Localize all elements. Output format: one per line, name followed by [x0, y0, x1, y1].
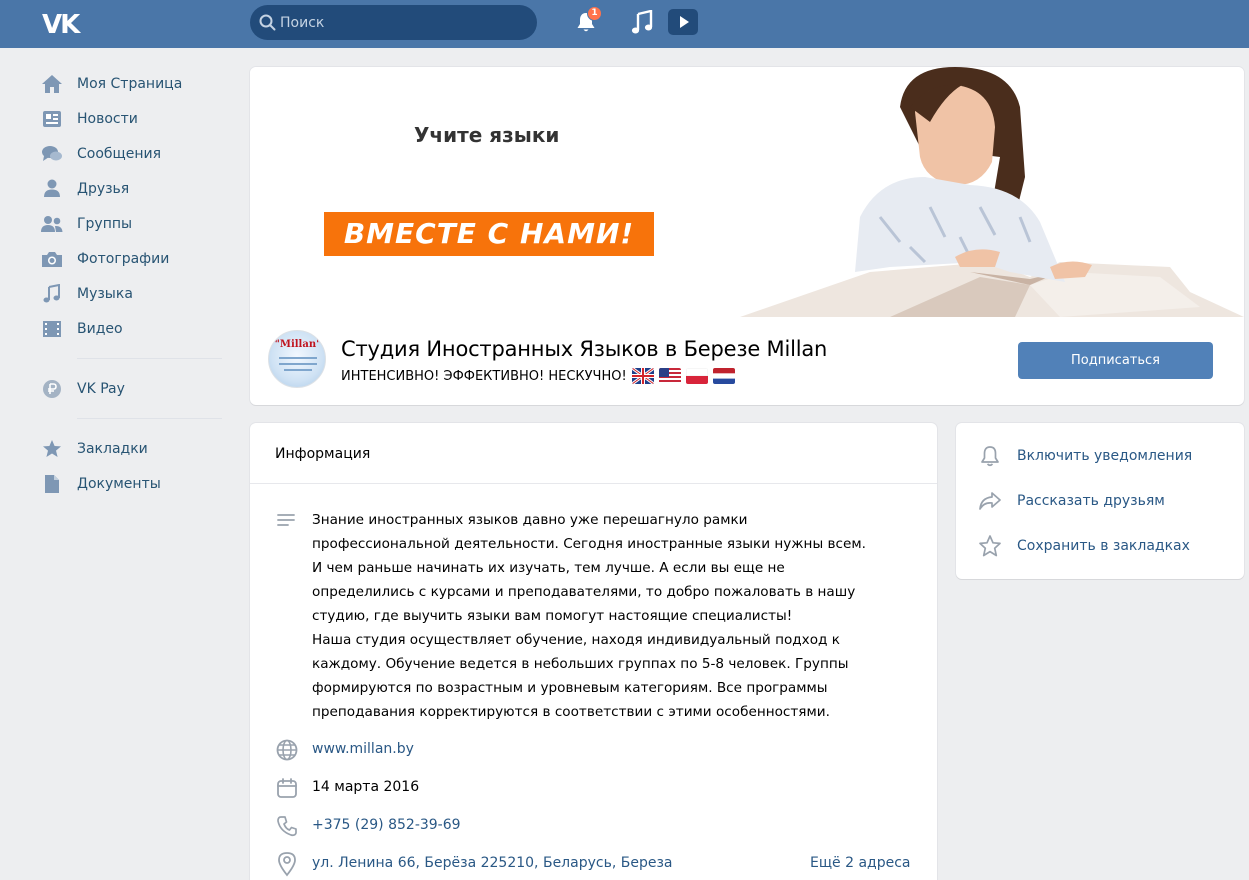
- info-title: Информация: [275, 446, 371, 462]
- sidebar-item-label: Документы: [77, 475, 161, 492]
- star-icon: [40, 437, 64, 461]
- sidebar-item-label: Моя Страница: [77, 75, 183, 92]
- groups-icon: [40, 212, 64, 236]
- search-box[interactable]: [250, 5, 537, 40]
- save-to-bookmarks-button[interactable]: Сохранить в закладках: [956, 523, 1244, 568]
- sidebar-divider: [77, 358, 222, 359]
- star-icon: [979, 534, 1001, 556]
- us-flag-icon: [658, 368, 681, 384]
- sidebar-item-label: Сообщения: [77, 145, 162, 162]
- cover-image: Учите языки ВМЕСТЕ С НАМИ!: [250, 67, 1244, 317]
- info-header: Информация: [250, 423, 937, 484]
- document-icon: [40, 472, 64, 496]
- sidebar-item-bookmarks[interactable]: Закладки: [40, 431, 222, 466]
- globe-icon: [276, 739, 298, 761]
- play-icon[interactable]: [668, 9, 698, 35]
- netherlands-flag-icon: [712, 368, 735, 384]
- actions-card: Включить уведомления Рассказать друзьям …: [956, 423, 1244, 579]
- ruble-icon: [40, 377, 64, 401]
- friend-icon: [40, 177, 64, 201]
- action-label: Сохранить в закладках: [1017, 537, 1190, 554]
- top-bar: VK 1: [0, 0, 1249, 48]
- poland-flag-icon: [685, 368, 708, 384]
- share-to-friends-button[interactable]: Рассказать друзьям: [956, 478, 1244, 523]
- info-card: Информация Знание иностранных языков дав…: [250, 423, 937, 880]
- description-lines-icon: [277, 514, 295, 526]
- sidebar-item-messages[interactable]: Сообщения: [40, 136, 222, 171]
- enable-notifications-button[interactable]: Включить уведомления: [956, 433, 1244, 478]
- sidebar-item-music[interactable]: Музыка: [40, 276, 222, 311]
- home-icon: [40, 72, 64, 96]
- avatar-line: [279, 363, 317, 365]
- phone-icon: [277, 816, 297, 837]
- address-link[interactable]: ул. Ленина 66, Берёза 225210, Беларусь, …: [312, 855, 672, 871]
- sidebar-item-label: Группы: [77, 215, 133, 232]
- left-sidebar: Моя Страница Новости Сообщения Друзья Гр…: [40, 66, 222, 501]
- music-icon: [40, 282, 64, 306]
- avatar-line: [284, 369, 312, 371]
- group-description: Знание иностранных языков давно уже пере…: [312, 512, 866, 720]
- group-avatar[interactable]: "Millan": [268, 330, 326, 388]
- camera-icon: [40, 247, 64, 271]
- more-addresses-link[interactable]: Ещё 2 адреса: [810, 855, 911, 871]
- group-header-card: Учите языки ВМЕСТЕ С НАМИ! "Millan" Студ…: [250, 67, 1244, 405]
- news-icon: [40, 107, 64, 131]
- vk-logo[interactable]: VK: [42, 10, 80, 40]
- sidebar-item-label: Друзья: [77, 180, 130, 197]
- sidebar-item-video[interactable]: Видео: [40, 311, 222, 346]
- girl-reading-illustration: [740, 67, 1244, 317]
- calendar-icon: [277, 778, 297, 798]
- sidebar-item-label: Новости: [77, 110, 138, 127]
- sidebar-item-label: Видео: [77, 320, 123, 337]
- group-status-text: ИНТЕНСИВНО! ЭФФЕКТИВНО! НЕСКУЧНО!: [341, 368, 627, 384]
- avatar-line: [279, 357, 317, 359]
- messages-icon: [40, 142, 64, 166]
- uk-flag-icon: [631, 368, 654, 384]
- avatar-logo-text: "Millan": [274, 339, 322, 350]
- sidebar-item-vk-pay[interactable]: VK Pay: [40, 371, 222, 406]
- sidebar-item-label: VK Pay: [77, 380, 125, 397]
- bell-icon: [981, 445, 999, 466]
- share-icon: [979, 491, 1001, 510]
- sidebar-divider: [77, 418, 222, 419]
- sidebar-item-label: Музыка: [77, 285, 133, 302]
- music-player-icon[interactable]: [631, 10, 655, 36]
- cover-headline: Учите языки: [414, 123, 560, 147]
- video-icon: [40, 317, 64, 341]
- sidebar-item-friends[interactable]: Друзья: [40, 171, 222, 206]
- founded-date: 14 марта 2016: [312, 779, 420, 795]
- action-label: Включить уведомления: [1017, 447, 1193, 464]
- website-link[interactable]: www.millan.by: [312, 741, 414, 757]
- cover-banner: ВМЕСТЕ С НАМИ!: [324, 212, 654, 256]
- search-icon: [259, 14, 276, 31]
- sidebar-item-groups[interactable]: Группы: [40, 206, 222, 241]
- action-label: Рассказать друзьям: [1017, 492, 1165, 509]
- group-status: ИНТЕНСИВНО! ЭФФЕКТИВНО! НЕСКУЧНО!: [341, 368, 735, 384]
- sidebar-item-news[interactable]: Новости: [40, 101, 222, 136]
- phone-link[interactable]: +375 (29) 852-39-69: [312, 817, 461, 833]
- sidebar-item-photos[interactable]: Фотографии: [40, 241, 222, 276]
- sidebar-item-documents[interactable]: Документы: [40, 466, 222, 501]
- location-pin-icon: [278, 852, 296, 877]
- sidebar-item-label: Закладки: [77, 440, 148, 457]
- subscribe-button[interactable]: Подписаться: [1018, 342, 1213, 379]
- group-title: Студия Иностранных Языков в Березе Milla…: [341, 337, 828, 361]
- notification-badge: 1: [587, 6, 602, 21]
- search-input[interactable]: [280, 5, 530, 40]
- sidebar-item-label: Фотографии: [77, 250, 170, 267]
- sidebar-item-my-page[interactable]: Моя Страница: [40, 66, 222, 101]
